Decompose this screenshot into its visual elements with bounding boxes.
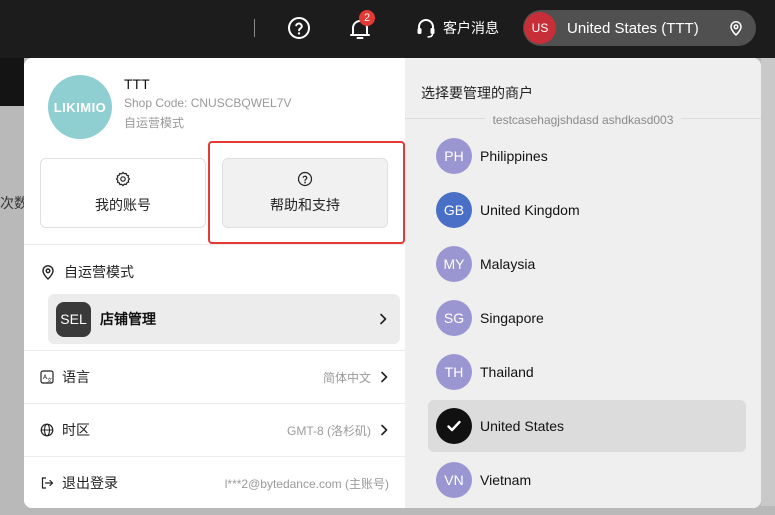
merchant-subtitle: testcasehagjshdasd ashdkasd003: [484, 113, 682, 127]
location-pin-icon: [730, 21, 742, 36]
globe-icon: [40, 423, 54, 437]
timezone-label: 时区: [62, 422, 90, 438]
language-value: 简体中文: [322, 370, 371, 385]
region-item[interactable]: TH Thailand: [428, 346, 746, 398]
region-avatar: US: [524, 12, 556, 44]
svg-text:文: 文: [47, 377, 52, 384]
language-row[interactable]: A文 语言 简体中文: [24, 351, 405, 403]
account-dropdown-panel: LIKIMIO TTT Shop Code: CNUSCBQWEL7V 自运营模…: [24, 58, 761, 508]
shop-code: Shop Code: CNUSCBQWEL7V: [124, 96, 292, 110]
region-name: Malaysia: [480, 256, 536, 272]
top-bar: 2 客户消息 US United States (TTT): [0, 0, 775, 58]
logout-label: 退出登录: [62, 475, 118, 491]
shop-mode: 自运营模式: [124, 116, 185, 130]
headset-icon: [417, 19, 435, 38]
region-item[interactable]: MY Malaysia: [428, 238, 746, 290]
logout-icon: [40, 476, 54, 490]
timezone-row[interactable]: 时区 GMT-8 (洛杉矶): [24, 404, 405, 456]
region-name: Vietnam: [480, 472, 532, 488]
merchant-title: 选择要管理的商户: [421, 85, 533, 101]
region-switcher[interactable]: US United States (TTT): [523, 10, 756, 46]
chevron-right-icon: [379, 424, 389, 436]
location-pin-icon: [42, 265, 54, 280]
region-name: Thailand: [480, 364, 534, 380]
region-avatar: TH: [436, 354, 472, 390]
help-icon[interactable]: [287, 16, 311, 40]
highlight-box: [208, 141, 405, 244]
shop-name: TTT: [124, 76, 150, 92]
notification-badge: 2: [359, 10, 375, 26]
customer-messages-label: 客户消息: [443, 20, 499, 36]
region-item[interactable]: VN Vietnam: [428, 454, 746, 506]
shop-logo: LIKIMIO: [48, 75, 112, 139]
region-item[interactable]: SG Singapore: [428, 292, 746, 344]
checkmark-icon: [436, 408, 472, 444]
merchant-section: 选择要管理的商户 testcasehagjshdasd ashdkasd003 …: [405, 58, 761, 508]
region-item-selected[interactable]: United States: [428, 400, 746, 452]
store-avatar: SEL: [56, 301, 91, 337]
region-name: Singapore: [480, 310, 544, 326]
operation-mode-label: 自运营模式: [64, 264, 134, 280]
region-avatar: SG: [436, 300, 472, 336]
background-page-right: [761, 58, 775, 506]
region-item[interactable]: GB United Kingdom: [428, 184, 746, 236]
logout-account: l***2@bytedance.com (主账号): [224, 476, 389, 491]
merchant-subtitle-wrap: testcasehagjshdasd ashdkasd003: [405, 111, 761, 129]
region-avatar: GB: [436, 192, 472, 228]
chevron-right-icon: [380, 313, 387, 325]
region-item[interactable]: PH Philippines: [428, 130, 746, 182]
region-avatar: PH: [436, 138, 472, 174]
customer-messages-button[interactable]: 客户消息: [415, 16, 499, 40]
store-management-label: 店铺管理: [100, 311, 156, 327]
store-management-item[interactable]: SEL 店铺管理: [48, 294, 400, 344]
logout-row[interactable]: 退出登录 l***2@bytedance.com (主账号): [24, 457, 405, 508]
region-name: United Kingdom: [480, 202, 580, 218]
background-page: [0, 58, 24, 106]
topbar-divider: [254, 19, 255, 37]
my-account-label: 我的账号: [95, 197, 151, 213]
gear-icon: [115, 171, 131, 187]
account-section: LIKIMIO TTT Shop Code: CNUSCBQWEL7V 自运营模…: [24, 58, 405, 508]
language-icon: A文: [40, 370, 54, 384]
operation-mode-row: 自运营模式: [40, 262, 134, 282]
divider: [24, 244, 405, 245]
region-avatar: MY: [436, 246, 472, 282]
my-account-button[interactable]: 我的账号: [40, 158, 206, 228]
timezone-value: GMT-8 (洛杉矶): [287, 423, 371, 438]
region-avatar: VN: [436, 462, 472, 498]
region-name: United States: [480, 418, 565, 434]
language-label: 语言: [62, 369, 90, 385]
chevron-right-icon: [379, 371, 389, 383]
region-label: United States (TTT): [567, 19, 699, 37]
region-name: Philippines: [480, 148, 548, 164]
